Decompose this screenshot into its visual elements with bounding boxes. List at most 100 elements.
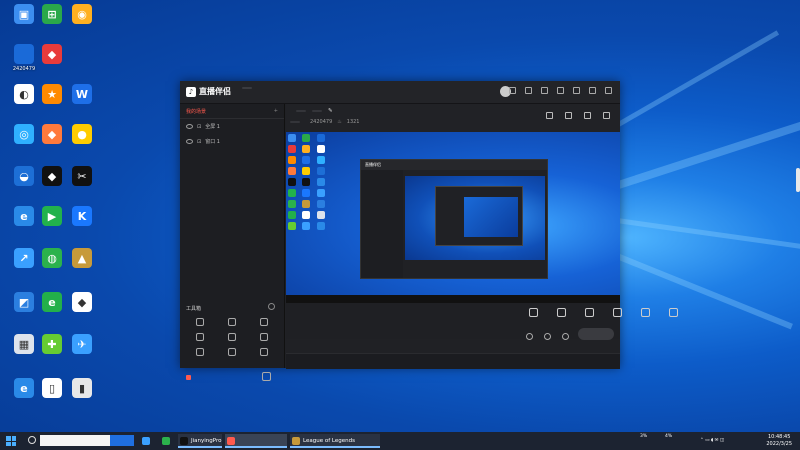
app-logo: ♪ 直播伴侣 xyxy=(186,86,231,97)
clock[interactable]: 10:48:45 2022/3/25 xyxy=(766,434,792,448)
taskbar-app[interactable] xyxy=(225,434,287,448)
scene-item[interactable]: ⊡ 窗口 1 xyxy=(180,134,284,149)
close-button[interactable] xyxy=(605,87,612,94)
app-icon: e xyxy=(14,206,34,226)
add-scene-icon[interactable]: + xyxy=(274,108,278,115)
taskbar-app[interactable] xyxy=(160,434,174,448)
desktop-icon[interactable]: ● xyxy=(64,124,100,146)
screen-icon[interactable] xyxy=(509,87,516,94)
app-icon: ◒ xyxy=(14,166,34,186)
tool-item[interactable] xyxy=(216,318,248,328)
scene-item[interactable]: ⊡ 全屏 1 xyxy=(180,119,284,134)
message-icon[interactable] xyxy=(525,87,532,94)
desktop-icon[interactable]: ◆ xyxy=(34,44,70,66)
tool-item[interactable] xyxy=(184,333,216,343)
header-actions xyxy=(546,112,610,119)
gear-icon[interactable] xyxy=(562,333,569,340)
tool-item[interactable] xyxy=(248,318,280,328)
tool-icon xyxy=(228,333,236,341)
tool-item[interactable] xyxy=(216,348,248,358)
record-icon[interactable] xyxy=(526,333,533,340)
start-button[interactable] xyxy=(6,436,16,446)
stream-preview[interactable]: 直播伴侣 xyxy=(286,132,620,303)
taskbar-app[interactable]: League of Legends xyxy=(290,434,380,448)
cpu-usage-1: 3% xyxy=(640,433,647,440)
preview-app-icon xyxy=(288,145,296,153)
eye-icon[interactable] xyxy=(186,124,193,129)
bell-icon[interactable] xyxy=(584,112,591,119)
lock-icon[interactable]: ⊡ xyxy=(197,139,201,145)
taskbar-app[interactable]: JianyingPro xyxy=(178,434,222,448)
app-icon: ● xyxy=(72,124,92,144)
scene-label: 全屏 1 xyxy=(205,124,220,130)
maximize-button[interactable] xyxy=(589,87,596,94)
taskbar-search-button[interactable] xyxy=(110,435,134,446)
preview-app-icon xyxy=(288,156,296,164)
preview-app-icon xyxy=(316,134,325,142)
desktop-icon[interactable]: ✈ xyxy=(64,334,100,356)
desktop-icon[interactable]: W xyxy=(64,84,100,106)
search-icon[interactable] xyxy=(28,436,36,444)
sidebar-footer[interactable] xyxy=(186,375,194,380)
side-panel-handle[interactable] xyxy=(796,168,800,192)
toolbox-more-icon[interactable] xyxy=(268,303,275,310)
tool-item[interactable] xyxy=(216,333,248,343)
monitor-icon xyxy=(528,308,538,317)
minimize-button[interactable] xyxy=(573,87,580,94)
mic-icon xyxy=(640,308,650,317)
speaker-control[interactable] xyxy=(656,308,690,320)
phone-icon xyxy=(584,308,594,317)
desktop-icon[interactable]: ◉ xyxy=(64,4,100,26)
edit-icon[interactable]: ✎ xyxy=(328,108,333,114)
logo-icon: ♪ xyxy=(186,87,196,97)
nested-inner-preview xyxy=(464,197,518,237)
tool-item[interactable] xyxy=(184,348,216,358)
share-icon[interactable] xyxy=(603,112,610,119)
lock-icon[interactable]: ⊡ xyxy=(197,124,201,130)
app-icon: ▶ xyxy=(42,206,62,226)
cpu-value: 3% xyxy=(640,434,648,439)
desktop-icon[interactable]: ▮ xyxy=(64,378,100,400)
desktop-icon[interactable]: ◆ xyxy=(64,292,100,314)
go-live-button[interactable] xyxy=(578,328,614,340)
preview-app-icon xyxy=(302,211,311,219)
desktop-icon[interactable]: K xyxy=(64,206,100,228)
record-icon xyxy=(186,375,191,380)
tab-my-scenes[interactable]: 我的场景 xyxy=(186,108,206,115)
tool-item[interactable] xyxy=(184,318,216,328)
app-icon: ⊞ xyxy=(42,4,62,24)
preview-app-icon xyxy=(302,222,311,230)
download-icon[interactable] xyxy=(262,372,271,381)
taskbar-app-icon xyxy=(142,437,150,445)
eye-icon[interactable] xyxy=(186,139,193,144)
box-icon[interactable] xyxy=(541,87,548,94)
taskbar-search-input[interactable] xyxy=(40,435,110,446)
app-icon: ✚ xyxy=(42,334,62,354)
tray-icons[interactable]: ⌃ ▭ ◖ ✉ ◫ xyxy=(700,437,724,444)
toolbox-grid xyxy=(184,318,280,358)
cpu-usage-2: 4% xyxy=(665,433,672,440)
category-pill[interactable] xyxy=(296,110,306,112)
room-info xyxy=(290,121,300,123)
stream-info-header: ✎ 2420479 ♨ 1321 xyxy=(286,104,620,132)
tool-icon xyxy=(260,348,268,356)
bag-icon[interactable] xyxy=(565,112,572,119)
taskbar-app[interactable] xyxy=(140,434,154,448)
desktop-icon[interactable]: ▲ xyxy=(64,248,100,270)
menu-icon[interactable] xyxy=(557,87,564,94)
tool-item[interactable] xyxy=(248,333,280,343)
settings-icon[interactable] xyxy=(544,333,551,340)
preview-app-icon xyxy=(316,156,325,164)
gift-icon[interactable] xyxy=(546,112,553,119)
version-badge xyxy=(242,87,252,89)
clock-time: 10:48:45 xyxy=(767,434,791,440)
clock-date: 2022/3/25 xyxy=(766,441,792,447)
scene-label: 窗口 1 xyxy=(205,139,220,145)
preview-app-icon xyxy=(288,134,296,142)
live-companion-window: ♪ 直播伴侣 我的场景 + ⊡ 全屏 1 ⊡ 窗口 1 工具箱 ✎ 242047… xyxy=(180,81,678,381)
edit-pill[interactable] xyxy=(312,110,322,112)
desktop-icon[interactable]: ✂ xyxy=(64,166,100,188)
tool-item[interactable] xyxy=(248,348,280,358)
preview-app-icon xyxy=(302,189,311,197)
taskbar-app-label: League of Legends xyxy=(303,438,355,444)
